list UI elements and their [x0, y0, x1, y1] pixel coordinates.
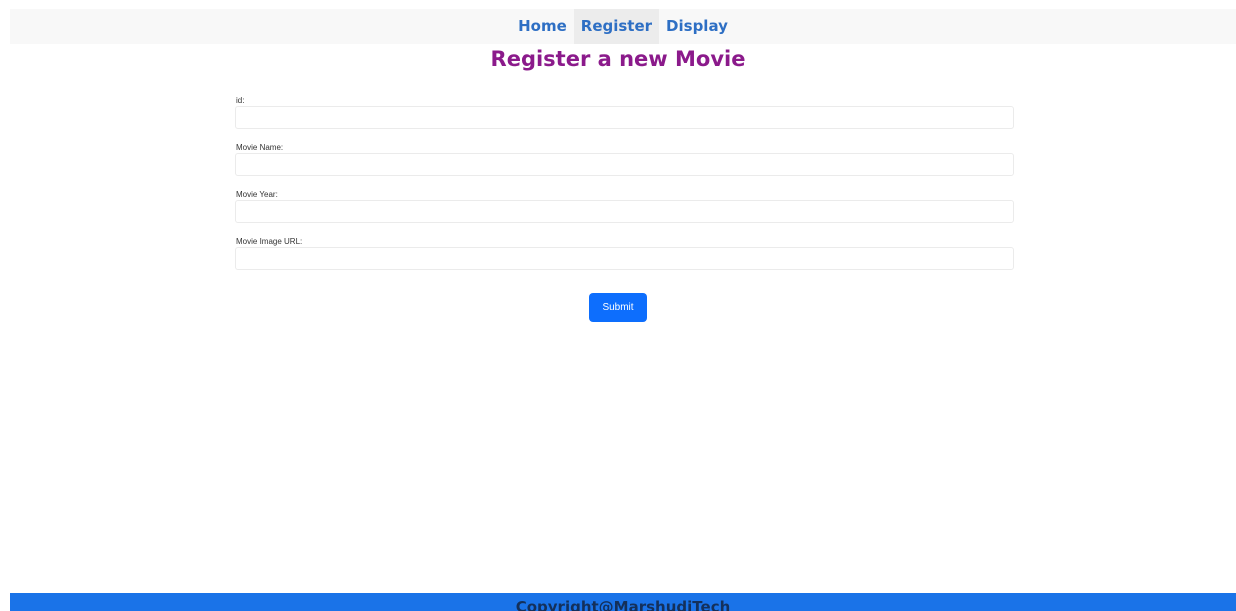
- movie-name-form-group: Movie Name:: [235, 142, 1014, 189]
- movie-year-label: Movie Year:: [236, 190, 278, 199]
- page-title: Register a new Movie: [490, 47, 746, 71]
- movie-name-input[interactable]: [235, 153, 1014, 176]
- nav-home-link[interactable]: Home: [511, 9, 574, 44]
- footer: Copyright@MarshudiTech: [10, 593, 1236, 611]
- id-input[interactable]: [235, 106, 1014, 129]
- page: Home Register Display Register a new Mov…: [0, 0, 1236, 611]
- id-label: id:: [236, 96, 245, 105]
- id-form-group: id:: [235, 95, 1014, 142]
- movie-image-url-form-group: Movie Image URL:: [235, 236, 1014, 283]
- movie-year-input[interactable]: [235, 200, 1014, 223]
- movie-image-url-input[interactable]: [235, 247, 1014, 270]
- submit-button[interactable]: Submit: [589, 293, 647, 322]
- submit-wrap: Submit: [0, 293, 1236, 322]
- movie-year-form-group: Movie Year:: [235, 189, 1014, 236]
- nav-register-link[interactable]: Register: [573, 9, 660, 44]
- nav-display-link[interactable]: Display: [659, 9, 735, 44]
- movie-image-url-label: Movie Image URL:: [236, 237, 303, 246]
- top-navbar: Home Register Display: [10, 9, 1236, 44]
- movie-name-label: Movie Name:: [236, 143, 284, 152]
- movie-register-form: id: Movie Name: Movie Year: Movie Image …: [235, 95, 1014, 283]
